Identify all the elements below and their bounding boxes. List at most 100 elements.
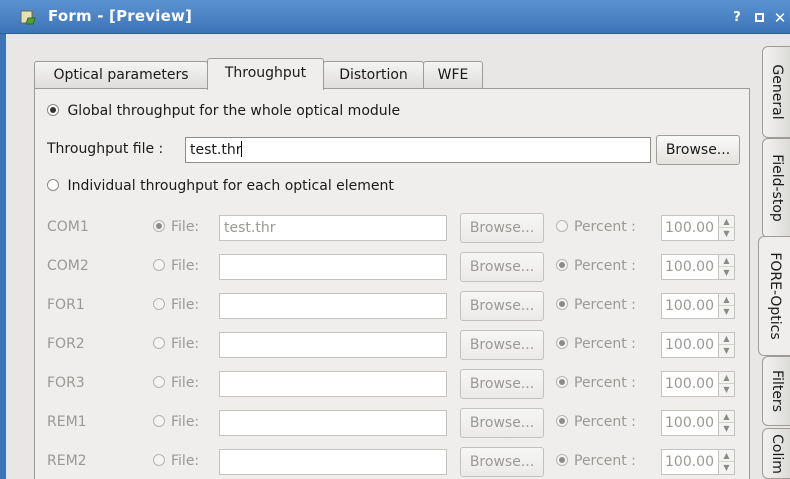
percent-spinbox[interactable]: 100.00 ▲ ▼	[661, 410, 735, 436]
throughput-file-value: test.thr	[190, 142, 242, 158]
element-file-input[interactable]	[219, 254, 447, 280]
element-file-input[interactable]	[219, 449, 447, 475]
spin-down-icon[interactable]: ▼	[719, 228, 734, 240]
percent-value: 100.00	[665, 337, 714, 353]
percent-spinbox[interactable]: 100.00 ▲ ▼	[661, 215, 735, 241]
percent-mode-radio[interactable]: Percent :	[556, 219, 636, 235]
file-mode-radio[interactable]: File:	[153, 258, 199, 274]
spin-arrows: ▲ ▼	[718, 255, 734, 279]
spin-up-icon[interactable]: ▲	[719, 333, 734, 345]
side-tab-label: Filters	[768, 370, 785, 412]
side-tab-label: General	[768, 64, 785, 120]
percent-radio-indicator	[556, 454, 568, 466]
element-browse-button[interactable]: Browse...	[460, 447, 544, 477]
file-radio-indicator	[153, 298, 165, 310]
spin-down-icon[interactable]: ▼	[719, 423, 734, 435]
file-radio-label: File:	[171, 258, 200, 274]
file-radio-indicator	[153, 220, 165, 232]
element-browse-button[interactable]: Browse...	[460, 213, 544, 243]
element-browse-button[interactable]: Browse...	[460, 408, 544, 438]
throughput-file-input[interactable]: test.thr	[185, 137, 651, 163]
tab-wfe[interactable]: WFE	[423, 61, 483, 89]
individual-throughput-radio[interactable]: Individual throughput for each optical e…	[47, 178, 394, 194]
spin-up-icon[interactable]: ▲	[719, 216, 734, 228]
percent-mode-radio[interactable]: Percent :	[556, 336, 636, 352]
element-browse-button[interactable]: Browse...	[460, 330, 544, 360]
side-tab-fore-optics[interactable]: FORE-Optics	[758, 236, 790, 356]
file-mode-radio[interactable]: File:	[153, 336, 199, 352]
side-tab-colim[interactable]: Colim	[762, 428, 790, 479]
percent-mode-radio[interactable]: Percent :	[556, 258, 636, 274]
individual-radio-label: Individual throughput for each optical e…	[67, 178, 394, 194]
tab-optical-parameters[interactable]: Optical parameters	[34, 61, 208, 89]
percent-mode-radio[interactable]: Percent :	[556, 414, 636, 430]
percent-radio-indicator	[556, 337, 568, 349]
side-tab-field-stop[interactable]: Field-stop	[762, 138, 790, 238]
element-file-input[interactable]	[219, 293, 447, 319]
file-mode-radio[interactable]: File:	[153, 219, 199, 235]
percent-spinbox[interactable]: 100.00 ▲ ▼	[661, 449, 735, 475]
percent-spinbox[interactable]: 100.00 ▲ ▼	[661, 293, 735, 319]
file-radio-label: File:	[171, 336, 200, 352]
spin-up-icon[interactable]: ▲	[719, 255, 734, 267]
tab-distortion[interactable]: Distortion	[323, 61, 424, 89]
file-radio-label: File:	[171, 414, 200, 430]
element-browse-button[interactable]: Browse...	[460, 369, 544, 399]
percent-spinbox[interactable]: 100.00 ▲ ▼	[661, 371, 735, 397]
element-browse-button[interactable]: Browse...	[460, 291, 544, 321]
file-mode-radio[interactable]: File:	[153, 375, 199, 391]
percent-mode-radio[interactable]: Percent :	[556, 297, 636, 313]
file-radio-label: File:	[171, 375, 200, 391]
element-file-input[interactable]	[219, 371, 447, 397]
maximize-button[interactable]	[750, 9, 768, 27]
percent-radio-label: Percent :	[574, 258, 636, 274]
percent-value: 100.00	[665, 415, 714, 431]
element-file-input[interactable]	[219, 332, 447, 358]
percent-value: 100.00	[665, 376, 714, 392]
file-radio-label: File:	[171, 297, 200, 313]
help-button[interactable]: ?	[728, 9, 746, 27]
percent-radio-label: Percent :	[574, 453, 636, 469]
throughput-browse-button[interactable]: Browse...	[656, 135, 740, 165]
global-throughput-radio[interactable]: Global throughput for the whole optical …	[47, 103, 400, 119]
file-radio-indicator	[153, 337, 165, 349]
element-browse-button[interactable]: Browse...	[460, 252, 544, 282]
percent-value: 100.00	[665, 220, 714, 236]
percent-mode-radio[interactable]: Percent :	[556, 375, 636, 391]
spin-down-icon[interactable]: ▼	[719, 384, 734, 396]
percent-value: 100.00	[665, 298, 714, 314]
spin-down-icon[interactable]: ▼	[719, 306, 734, 318]
element-name: COM2	[47, 258, 89, 274]
spin-down-icon[interactable]: ▼	[719, 462, 734, 474]
percent-spinbox[interactable]: 100.00 ▲ ▼	[661, 332, 735, 358]
percent-radio-indicator	[556, 220, 568, 232]
element-file-input[interactable]	[219, 410, 447, 436]
file-radio-indicator	[153, 415, 165, 427]
spin-up-icon[interactable]: ▲	[719, 411, 734, 423]
percent-radio-label: Percent :	[574, 414, 636, 430]
close-button[interactable]: ✕	[771, 9, 789, 27]
percent-spinbox[interactable]: 100.00 ▲ ▼	[661, 254, 735, 280]
file-radio-label: File:	[171, 219, 200, 235]
spin-up-icon[interactable]: ▲	[719, 450, 734, 462]
tab-throughput[interactable]: Throughput	[207, 58, 324, 90]
element-file-input[interactable]: test.thr	[219, 215, 447, 241]
window-title: Form - [Preview]	[48, 7, 193, 25]
spin-down-icon[interactable]: ▼	[719, 267, 734, 279]
file-mode-radio[interactable]: File:	[153, 297, 199, 313]
percent-mode-radio[interactable]: Percent :	[556, 453, 636, 469]
window-left-border	[0, 34, 6, 479]
side-tab-general[interactable]: General	[762, 46, 790, 138]
side-tab-label: Field-stop	[768, 154, 785, 222]
file-mode-radio[interactable]: File:	[153, 453, 199, 469]
spin-up-icon[interactable]: ▲	[719, 294, 734, 306]
file-mode-radio[interactable]: File:	[153, 414, 199, 430]
global-radio-label: Global throughput for the whole optical …	[67, 103, 401, 119]
side-tab-filters[interactable]: Filters	[762, 356, 790, 426]
spin-up-icon[interactable]: ▲	[719, 372, 734, 384]
percent-value: 100.00	[665, 259, 714, 275]
spin-arrows: ▲ ▼	[718, 333, 734, 357]
spin-down-icon[interactable]: ▼	[719, 345, 734, 357]
individual-radio-indicator	[47, 179, 59, 191]
percent-radio-label: Percent :	[574, 219, 636, 235]
